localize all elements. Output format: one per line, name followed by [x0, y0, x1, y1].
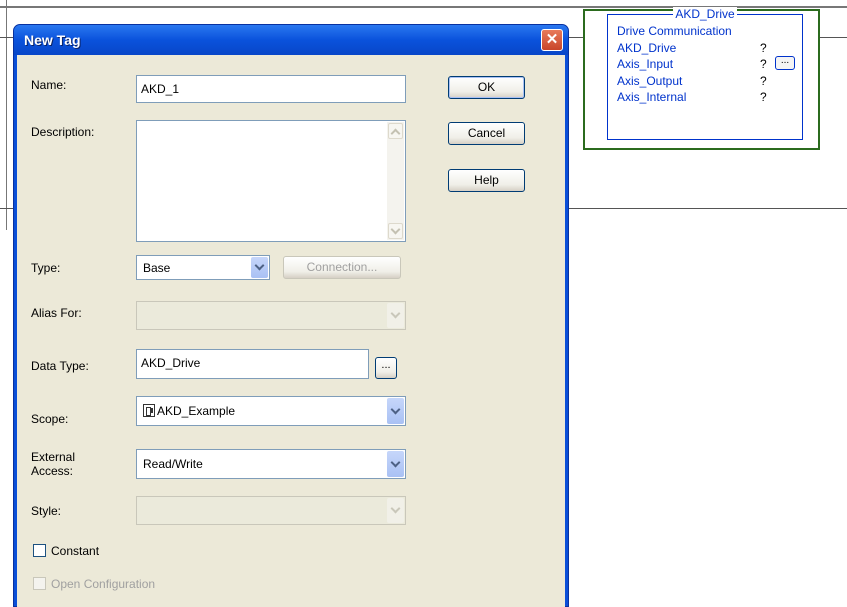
new-tag-dialog: New Tag ✕ Name: AKD_1 Description: OK Ca… — [13, 24, 569, 607]
external-access-value: Read/Write — [143, 457, 203, 471]
dialog-titlebar[interactable]: New Tag ✕ — [14, 25, 568, 55]
chevron-down-icon[interactable] — [387, 451, 404, 477]
aoi-row-akd-drive: AKD_Drive — [617, 41, 677, 55]
name-input[interactable]: AKD_1 — [136, 75, 406, 103]
scope-value-wrap: AKD_Example — [143, 404, 235, 418]
aoi-value-axis-internal: ? — [760, 90, 767, 104]
external-access-label: External Access: — [31, 450, 75, 478]
description-textarea[interactable] — [136, 120, 406, 242]
scroll-down-icon[interactable] — [388, 223, 403, 239]
chevron-down-icon[interactable] — [387, 398, 404, 424]
type-select[interactable]: Base — [136, 255, 270, 280]
external-access-label-line1: External — [31, 450, 76, 464]
chevron-down-icon[interactable] — [387, 303, 404, 328]
aoi-value-akd-drive: ? — [760, 41, 767, 55]
type-label: Type: — [31, 261, 61, 275]
aoi-row-axis-internal: Axis_Internal — [617, 90, 687, 104]
description-scrollbar[interactable] — [387, 122, 404, 240]
scroll-up-icon[interactable] — [388, 123, 403, 139]
cancel-button[interactable]: Cancel — [448, 122, 525, 145]
aoi-row-drive-communication: Drive Communication — [617, 24, 732, 38]
external-access-label-line2: Access: — [31, 464, 74, 478]
data-type-browse-button[interactable]: ... — [375, 357, 397, 379]
description-label: Description: — [31, 125, 95, 139]
alias-for-select[interactable] — [136, 301, 406, 330]
type-value: Base — [143, 261, 171, 275]
data-type-label: Data Type: — [31, 359, 89, 373]
aoi-row-axis-output: Axis_Output — [617, 74, 683, 88]
aoi-browse-button[interactable]: ... — [775, 56, 795, 70]
constant-checkbox[interactable] — [33, 544, 46, 557]
alias-for-label: Alias For: — [31, 306, 82, 320]
data-type-input[interactable]: AKD_Drive — [136, 349, 369, 379]
chevron-down-icon[interactable] — [251, 257, 268, 278]
aoi-value-axis-output: ? — [760, 74, 767, 88]
constant-label: Constant — [51, 544, 100, 558]
dialog-title: New Tag — [24, 32, 81, 48]
open-configuration-label: Open Configuration — [51, 577, 156, 591]
style-label: Style: — [31, 504, 62, 518]
scope-select[interactable]: AKD_Example — [136, 396, 406, 426]
scope-label: Scope: — [31, 412, 69, 426]
open-configuration-checkbox[interactable] — [33, 577, 46, 590]
chevron-down-icon[interactable] — [387, 498, 404, 523]
style-select[interactable] — [136, 496, 406, 525]
dialog-body: Name: AKD_1 Description: OK Cancel Help … — [17, 55, 565, 607]
aoi-instruction-frame: AKD_Drive Drive Communication AKD_Drive … — [607, 7, 803, 140]
ladder-left-rail — [6, 0, 7, 230]
connection-button[interactable]: Connection... — [283, 256, 401, 279]
ok-button[interactable]: OK — [448, 76, 525, 99]
close-icon[interactable]: ✕ — [541, 29, 563, 51]
aoi-value-axis-input: ? — [760, 57, 767, 71]
aoi-instruction-block[interactable]: AKD_Drive Drive Communication AKD_Drive … — [583, 7, 820, 150]
aoi-row-axis-input: Axis_Input — [617, 57, 674, 71]
help-button[interactable]: Help — [448, 169, 525, 192]
scope-value: AKD_Example — [157, 404, 236, 418]
aoi-title: AKD_Drive — [673, 7, 737, 21]
program-icon — [143, 404, 155, 417]
name-label: Name: — [31, 78, 67, 92]
external-access-select[interactable]: Read/Write — [136, 449, 406, 479]
